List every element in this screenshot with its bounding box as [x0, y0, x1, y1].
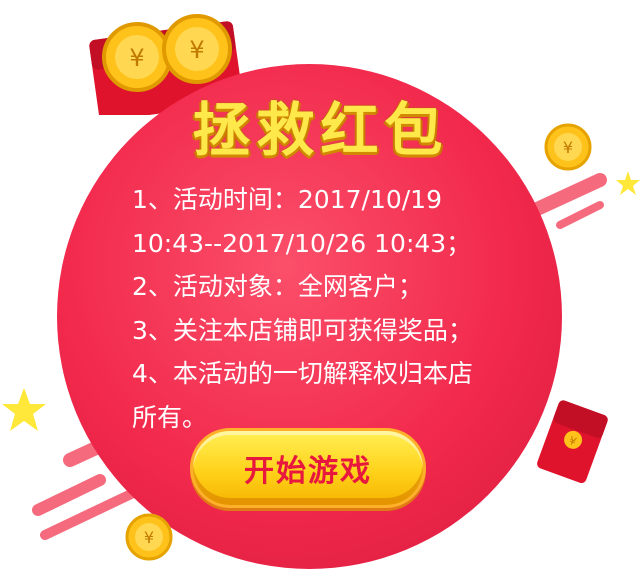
svg-text:¥: ¥: [144, 528, 154, 547]
rule-line: 10:43--2017/10/26 10:43；: [132, 228, 472, 258]
rule-line: 3、关注本店铺即可获得奖品；: [132, 315, 473, 345]
start-game-button[interactable]: 开始游戏: [190, 428, 426, 508]
svg-text:¥: ¥: [189, 36, 204, 64]
page-title: 拯救红包: [192, 96, 449, 164]
rule-line: 1、活动时间：2017/10/19: [132, 185, 442, 214]
coin-icon: ¥: [125, 513, 173, 561]
svg-text:¥: ¥: [129, 44, 144, 72]
rule-line: 2、活动对象：全网客户；: [132, 272, 423, 301]
rules-list: 1、活动时间：2017/10/19 10:43--2017/10/26 10:4…: [132, 178, 532, 439]
rule-line: 4、本活动的一切解释权归本店: [132, 359, 473, 388]
star-icon: [616, 171, 640, 195]
red-envelope-icon: ¥: [537, 400, 608, 484]
star-icon: [2, 388, 46, 431]
coin-icon: ¥: [162, 14, 232, 84]
